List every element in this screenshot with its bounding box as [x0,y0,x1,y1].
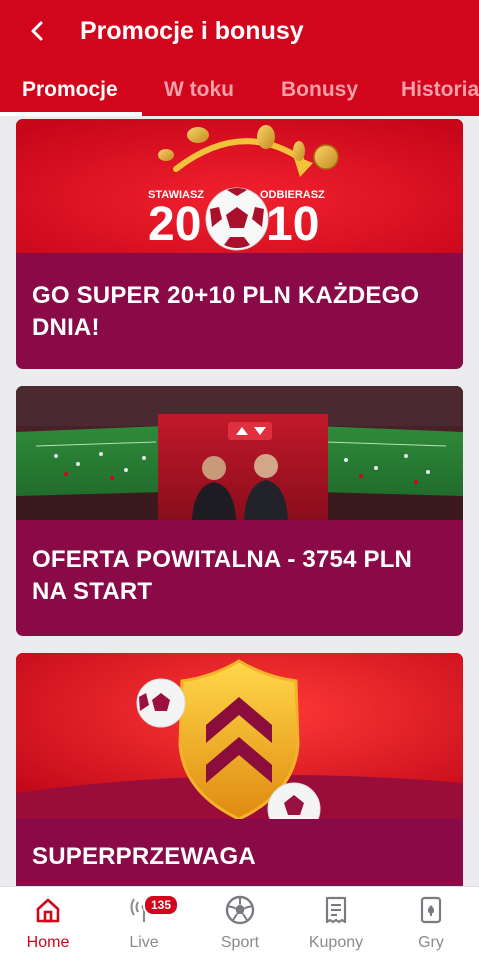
playing-card-icon [420,896,442,924]
tab-bonusy[interactable]: Bonusy [281,72,358,116]
bottom-navigation: Home 135 Live Sport Kupony Gry [0,886,479,961]
promo-title: OFERTA POWITALNA - 3754 PLN NA START [32,546,413,605]
app-header: Promocje i bonusy Promocje W toku Bonusy… [0,0,479,116]
promo-card-go-super[interactable]: STAWIASZ ODBIERASZ 20 10 GO SUPER 20+10 … [16,119,463,369]
nav-sport[interactable]: Sport [192,887,288,961]
nav-label-sport: Sport [220,934,260,951]
soccer-ball-icon [225,895,255,925]
nav-live[interactable]: 135 Live [96,887,192,961]
golden-shield-chevrons-image [16,653,463,819]
nav-label-kupony: Kupony [308,934,364,951]
nav-gry[interactable]: Gry [383,887,479,961]
banner-number-20: 20 [148,198,202,251]
promo-title: SUPERPRZEWAGA [32,843,256,870]
nav-label-gry: Gry [418,934,444,951]
promo-banner-stadium [16,386,463,520]
tab-historia[interactable]: Historia [401,72,479,116]
back-button[interactable] [22,16,52,46]
promo-card-oferta-powitalna[interactable]: OFERTA POWITALNA - 3754 PLN NA START [16,386,463,636]
promo-banner-20-10: STAWIASZ ODBIERASZ 20 10 [16,119,463,253]
banner-number-10: 10 [266,198,320,251]
soccer-ball-image [205,187,269,251]
football-stadium-hosts-image [16,386,463,520]
promo-tabs: Promocje W toku Bonusy Historia [0,72,479,116]
receipt-icon [325,896,347,924]
tab-promocje[interactable]: Promocje [22,72,118,116]
promo-title: GO SUPER 20+10 PLN KAŻDEGO DNIA! [32,282,420,341]
promo-banner-shield [16,653,463,819]
page-title: Promocje i bonusy [80,17,304,45]
live-count-badge: 135 [143,894,180,916]
tab-w-toku[interactable]: W toku [164,72,234,116]
nav-label-live: Live [129,934,159,951]
home-icon [36,898,60,923]
promo-card-superprzewaga[interactable]: SUPERPRZEWAGA [16,653,463,886]
nav-home[interactable]: Home [0,887,96,961]
nav-kupony[interactable]: Kupony [288,887,384,961]
chevron-left-icon [31,21,43,41]
active-tab-indicator [0,112,142,116]
nav-label-home: Home [26,934,70,951]
